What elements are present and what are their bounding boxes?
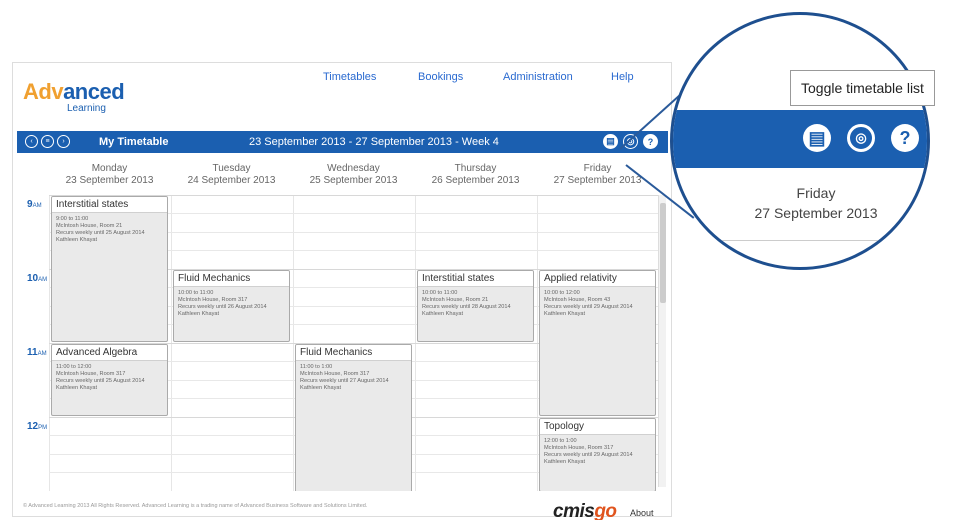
hour-label: 11AM xyxy=(27,347,47,358)
day-header-tuesday: Tuesday 24 September 2013 xyxy=(187,163,276,186)
scrollbar-thumb[interactable] xyxy=(660,203,666,303)
event-card[interactable]: Fluid Mechanics 11:00 to 1:00 McIntosh Ho… xyxy=(295,344,412,491)
footer-copyright: © Advanced Learning 2013 All Rights Rese… xyxy=(23,503,368,509)
toggle-list-icon[interactable]: ▤ xyxy=(803,124,831,152)
day-header-wednesday: Wednesday 25 September 2013 xyxy=(309,163,398,186)
previous-week-icon[interactable]: ‹ xyxy=(25,135,38,148)
timetable-title: My Timetable xyxy=(99,136,169,148)
hour-label: 9AM xyxy=(27,199,42,210)
vertical-scrollbar[interactable] xyxy=(658,195,666,487)
print-icon[interactable]: ◎ xyxy=(847,124,875,152)
time-grid: Interstitial states 9:00 to 11:00 McIntos… xyxy=(49,195,661,491)
timetable-app: Advanced Learning Timetables Bookings Ad… xyxy=(12,62,672,520)
event-card[interactable]: Topology 12:00 to 1:00 McIntosh House, Ro… xyxy=(539,418,656,491)
week-navigation: ‹ ≡ › xyxy=(25,135,70,148)
day-header-monday: Monday 23 September 2013 xyxy=(65,163,154,186)
magnifier: ▤ ◎ ? Friday 27 September 2013 xyxy=(670,12,930,270)
hour-label: 12PM xyxy=(27,421,48,432)
help-icon[interactable]: ? xyxy=(891,124,919,152)
next-week-icon[interactable]: › xyxy=(57,135,70,148)
advanced-learning-logo[interactable]: Advanced Learning xyxy=(23,79,125,114)
zoomed-day-header: Friday 27 September 2013 xyxy=(754,185,878,221)
zoomed-toolbar: ▤ ◎ ? xyxy=(673,110,927,168)
day-header-thursday: Thursday 26 September 2013 xyxy=(431,163,520,186)
zoom-callout: ▤ ◎ ? Friday 27 September 2013 Toggle ti… xyxy=(670,12,955,520)
nav-bookings[interactable]: Bookings xyxy=(418,71,498,83)
toggle-list-icon[interactable]: ▤ xyxy=(603,134,618,149)
nav-administration[interactable]: Administration xyxy=(503,71,593,83)
event-card[interactable]: Applied relativity 10:00 to 12:00 McIntos… xyxy=(539,270,656,416)
hour-label: 10AM xyxy=(27,273,48,284)
cmisgo-logo: cmisgo xyxy=(553,501,617,520)
timetable-toolbar: ‹ ≡ › My Timetable 23 September 2013 - 2… xyxy=(17,131,668,153)
week-grid: Monday 23 September 2013 Tuesday 24 Septem… xyxy=(17,155,668,491)
help-icon[interactable]: ? xyxy=(643,134,658,149)
event-card[interactable]: Interstitial states 10:00 to 11:00 McInto… xyxy=(417,270,534,342)
event-card[interactable]: Advanced Algebra 11:00 to 12:00 McIntosh … xyxy=(51,344,168,416)
divider xyxy=(673,240,927,241)
event-card[interactable]: Fluid Mechanics 10:00 to 11:00 McIntosh H… xyxy=(173,270,290,342)
nav-help[interactable]: Help xyxy=(611,71,651,83)
about-link[interactable]: About xyxy=(630,508,654,518)
event-card[interactable]: Interstitial states 9:00 to 11:00 McIntos… xyxy=(51,196,168,342)
nav-timetables[interactable]: Timetables xyxy=(323,71,403,83)
toolbar-tools: ▤ ◎ ? xyxy=(603,134,658,149)
date-range: 23 September 2013 - 27 September 2013 - … xyxy=(249,136,499,148)
tooltip: Toggle timetable list xyxy=(790,70,935,106)
week-menu-icon[interactable]: ≡ xyxy=(41,135,54,148)
